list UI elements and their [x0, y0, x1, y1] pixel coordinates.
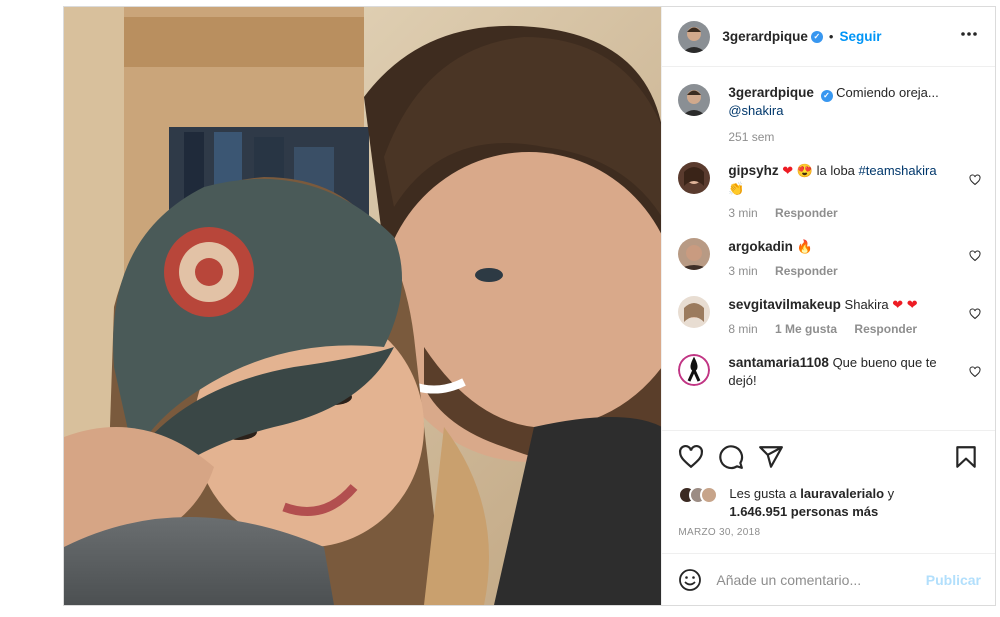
comment-body: sevgitavilmakeup Shakira ❤ ❤ 8 min 1 Me …	[728, 296, 979, 338]
comment-input[interactable]	[716, 571, 926, 588]
clap-emoji: 👏	[728, 181, 745, 196]
comment-like-icon[interactable]	[969, 366, 981, 378]
comment-meta: 3 min Responder	[728, 204, 953, 222]
caption-username[interactable]: 3gerardpique	[728, 85, 814, 100]
follow-button[interactable]: Seguir	[839, 29, 881, 44]
commenter-avatar[interactable]	[678, 162, 711, 194]
comment-meta: 3 min Responder	[728, 262, 953, 280]
caption-meta: 251 sem	[728, 128, 953, 146]
separator-dot: •	[828, 29, 834, 44]
post-photo[interactable]	[64, 7, 662, 605]
comment-time[interactable]: 8 min	[728, 322, 757, 336]
publish-button[interactable]: Publicar	[926, 572, 981, 588]
caption-time[interactable]: 251 sem	[728, 130, 774, 144]
commenter-avatar[interactable]	[678, 296, 711, 328]
comment-time[interactable]: 3 min	[728, 264, 757, 278]
post-side-panel: 3gerardpique ✓ • Seguir 3gerardpique ✓ C…	[661, 7, 995, 605]
verified-icon: ✓	[810, 30, 823, 43]
more-icon[interactable]	[959, 24, 979, 49]
comment-username[interactable]: santamaria1108	[728, 355, 829, 370]
caption-text: Comiendo oreja...	[836, 85, 939, 100]
comment-like-icon[interactable]	[969, 174, 981, 186]
comment-username[interactable]: sevgitavilmakeup	[728, 297, 841, 312]
caption-avatar[interactable]	[678, 84, 711, 116]
heart-eyes-emoji: 😍	[796, 163, 813, 178]
add-comment-bar: Publicar	[662, 553, 995, 605]
post-date[interactable]: MARZO 30, 2018	[678, 527, 979, 538]
reply-button[interactable]: Responder	[854, 322, 917, 336]
likes-summary: Les gusta a lauravalerialo y 1.646.951 p…	[678, 485, 979, 521]
comments-list[interactable]: 3gerardpique ✓ Comiendo oreja... @shakir…	[662, 68, 995, 424]
likes-user[interactable]: lauravalerialo	[800, 486, 884, 501]
verified-icon: ✓	[820, 90, 833, 102]
post-header: 3gerardpique ✓ • Seguir	[662, 7, 995, 67]
likes-conj: y	[887, 486, 895, 501]
caption: 3gerardpique ✓ Comiendo oreja... @shakir…	[662, 84, 995, 146]
commenter-avatar[interactable]	[678, 238, 711, 270]
share-icon[interactable]	[758, 444, 784, 470]
comment-item: sevgitavilmakeup Shakira ❤ ❤ 8 min 1 Me …	[662, 296, 995, 338]
red-heart-emoji: ❤	[782, 163, 794, 178]
photo-illustration	[64, 7, 662, 605]
heart-icon[interactable]	[678, 444, 704, 470]
liker-avatars[interactable]	[678, 486, 719, 504]
author-username[interactable]: 3gerardpique	[722, 29, 808, 44]
comment-body: santamaria1108 Que bueno que te dejó!	[728, 354, 979, 390]
reply-button[interactable]: Responder	[775, 264, 838, 278]
red-heart-emoji: ❤	[906, 297, 918, 312]
comment-username[interactable]: argokadin	[728, 239, 793, 254]
comment-text: Shakira	[844, 297, 889, 312]
caption-mention[interactable]: @shakira	[728, 103, 783, 118]
likes-count[interactable]: 1.646.951 personas más	[729, 504, 878, 519]
comment-text: la loba	[816, 163, 855, 178]
fire-emoji: 🔥	[796, 239, 813, 254]
comment-body: argokadin 🔥 3 min Responder	[728, 238, 979, 280]
commenter-avatar[interactable]	[678, 354, 711, 386]
likes-text: Les gusta a lauravalerialo y 1.646.951 p…	[729, 485, 894, 521]
action-icons	[678, 441, 979, 473]
reply-button[interactable]: Responder	[775, 206, 838, 220]
comment-body: gipsyhz ❤ 😍 la loba #teamshakira 👏 3 min…	[728, 162, 979, 222]
caption-body: 3gerardpique ✓ Comiendo oreja... @shakir…	[728, 84, 979, 146]
liker-avatar	[700, 486, 719, 504]
comment-item: argokadin 🔥 3 min Responder	[662, 238, 995, 280]
comment-like-icon[interactable]	[969, 250, 981, 262]
author-avatar[interactable]	[678, 20, 711, 53]
red-heart-emoji: ❤	[892, 297, 904, 312]
comment-item: gipsyhz ❤ 😍 la loba #teamshakira 👏 3 min…	[662, 162, 995, 222]
instagram-post: 3gerardpique ✓ • Seguir 3gerardpique ✓ C…	[63, 6, 996, 606]
comment-icon[interactable]	[718, 444, 744, 470]
comment-meta: 8 min 1 Me gusta Responder	[728, 320, 953, 338]
post-actions: Les gusta a lauravalerialo y 1.646.951 p…	[662, 430, 995, 538]
comment-like-icon[interactable]	[969, 308, 981, 320]
likes-prefix: Les gusta a	[729, 486, 797, 501]
save-icon[interactable]	[953, 444, 979, 470]
comment-likes[interactable]: 1 Me gusta	[775, 322, 837, 336]
comment-item: santamaria1108 Que bueno que te dejó!	[662, 354, 995, 390]
emoji-icon[interactable]	[678, 568, 702, 592]
comment-time[interactable]: 3 min	[728, 206, 757, 220]
comment-hashtag[interactable]: #teamshakira	[859, 163, 937, 178]
comment-username[interactable]: gipsyhz	[728, 163, 778, 178]
